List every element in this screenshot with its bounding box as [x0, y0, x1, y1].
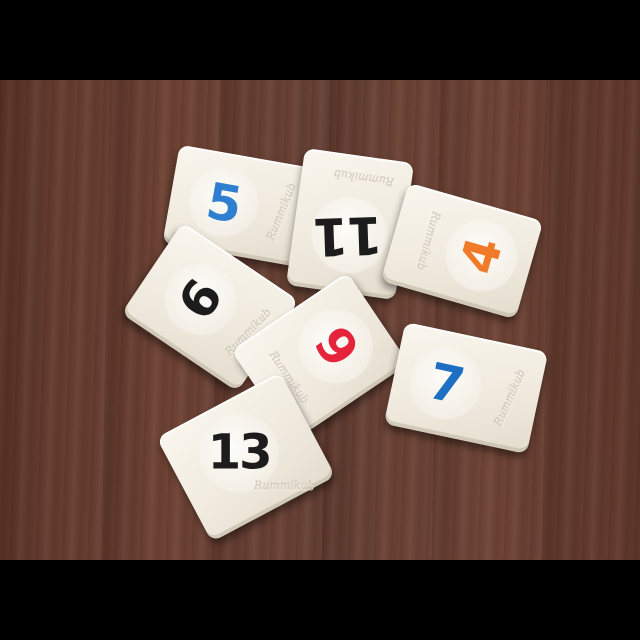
wooden-table-photo: 5 Rummikub Rummikub 11 Rummikub 4 6 Rumm…: [0, 80, 640, 560]
tile-brand-logo: Rummikub: [413, 209, 443, 272]
tile-number: 13: [207, 424, 271, 481]
tile-7: 7 Rummikub: [383, 321, 549, 455]
tile-brand-logo: Rummikub: [254, 479, 315, 493]
tile-brand-logo: Rummikub: [333, 166, 395, 188]
tile-number: 9: [302, 316, 369, 377]
tile-4: Rummikub 4: [380, 182, 544, 320]
tile-brand-logo: Rummikub: [491, 367, 529, 429]
tile-number: 6: [166, 270, 234, 331]
